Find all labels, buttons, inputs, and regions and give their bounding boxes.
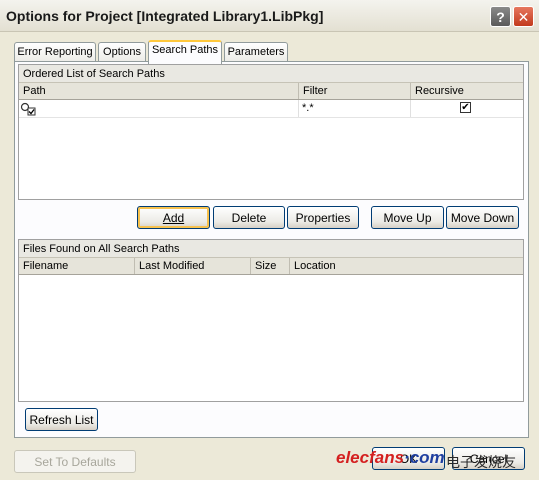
tab-search-paths[interactable]: Search Paths (148, 40, 222, 64)
set-to-defaults-label: Set To Defaults (34, 455, 116, 469)
filter-cell[interactable]: *.* (299, 100, 411, 117)
close-button[interactable]: ✕ (513, 6, 534, 27)
files-found-title: Files Found on All Search Paths (19, 240, 523, 258)
move-up-button[interactable]: Move Up (371, 206, 444, 229)
help-button[interactable]: ? (490, 6, 511, 27)
refresh-list-button[interactable]: Refresh List (25, 408, 98, 431)
add-label: Add (162, 211, 185, 225)
col-last-modified[interactable]: Last Modified (135, 258, 251, 274)
properties-button[interactable]: Properties (287, 206, 359, 229)
col-size[interactable]: Size (251, 258, 290, 274)
title-bar: Options for Project [Integrated Library1… (0, 0, 539, 32)
properties-label: Properties (295, 211, 351, 225)
path-cell[interactable] (19, 100, 299, 117)
delete-label: Delete (231, 211, 267, 225)
tab-label: Options (103, 46, 141, 58)
delete-button[interactable]: Delete (213, 206, 285, 229)
watermark-logo: elecfans·com (336, 448, 445, 468)
tab-options[interactable]: Options (98, 42, 146, 62)
tab-label: Error Reporting (17, 46, 93, 58)
recursive-checkbox[interactable]: ✔ (460, 102, 471, 113)
col-path[interactable]: Path (19, 83, 299, 99)
window-title: Options for Project [Integrated Library1… (6, 8, 324, 24)
col-recursive[interactable]: Recursive (411, 83, 523, 99)
search-paths-group: Ordered List of Search Paths Path Filter… (18, 64, 524, 200)
watermark-brand: elecfans (336, 448, 405, 467)
add-button[interactable]: Add (137, 206, 210, 229)
watermark-domain: ·com (404, 448, 445, 467)
move-up-label: Move Up (383, 211, 432, 225)
refresh-list-label: Refresh List (29, 413, 94, 427)
col-filename[interactable]: Filename (19, 258, 135, 274)
col-filter[interactable]: Filter (299, 83, 411, 99)
col-location[interactable]: Location (290, 258, 523, 274)
search-paths-header: Path Filter Recursive (19, 83, 523, 100)
set-to-defaults-button[interactable]: Set To Defaults (14, 450, 136, 473)
tab-label: Search Paths (151, 44, 219, 56)
help-icon: ? (496, 8, 505, 25)
table-row[interactable]: *.* ✔ (19, 100, 523, 118)
recursive-cell[interactable]: ✔ (411, 100, 523, 117)
tab-error-reporting[interactable]: Error Reporting (14, 42, 96, 62)
files-found-group: Files Found on All Search Paths Filename… (18, 239, 524, 402)
search-paths-title: Ordered List of Search Paths (19, 65, 523, 83)
tab-label: Parameters (227, 46, 285, 58)
move-down-button[interactable]: Move Down (446, 206, 519, 229)
files-found-header: Filename Last Modified Size Location (19, 258, 523, 275)
close-icon: ✕ (517, 8, 530, 25)
tab-parameters[interactable]: Parameters (224, 42, 288, 62)
folder-check-icon (20, 102, 36, 116)
move-down-label: Move Down (450, 211, 515, 225)
watermark-text: 电子发烧友 (446, 455, 516, 471)
